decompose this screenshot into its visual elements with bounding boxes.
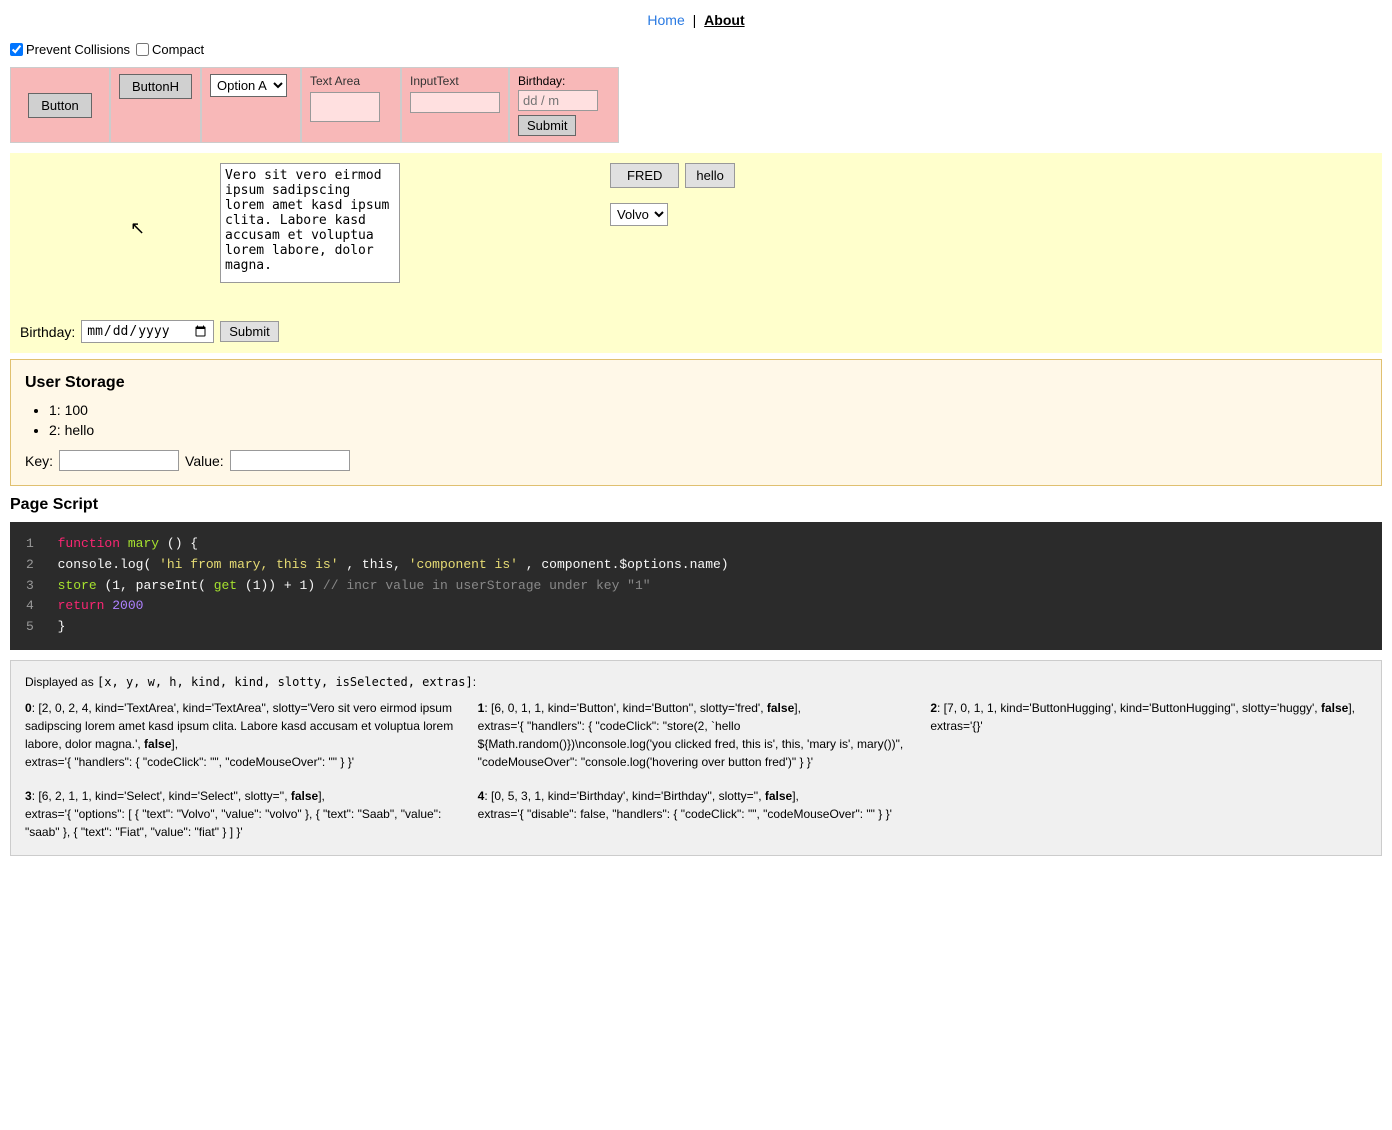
displayed-as-section: Displayed as [x, y, w, h, kind, kind, sl… [10,660,1382,856]
page-script-section: Page Script [10,496,1382,514]
inputtext-widget[interactable] [410,92,500,113]
list-item: 1: 100 [49,402,1367,418]
prevent-collisions-checkbox[interactable] [10,43,23,56]
home-link[interactable]: Home [647,12,684,28]
compact-label[interactable]: Compact [136,42,204,57]
widget-textarea: Text Area [301,67,401,143]
nav-separator: | [693,12,697,28]
code-line-3: 3 store (1, parseInt( get (1)) + 1) // i… [26,576,1366,597]
option-a-select[interactable]: Option A Option B [210,74,287,97]
display-item-1: 1: [6, 0, 1, 1, kind='Button', kind='But… [478,699,915,771]
controls-bar: Prevent Collisions Compact [0,36,1392,63]
volvo-select[interactable]: Volvo Saab Fiat [610,203,668,226]
widget-buttonh: ButtonH [110,67,201,143]
user-storage-title: User Storage [25,374,1367,392]
widget-inputtext: InputText [401,67,509,143]
code-line-5: 5 } [26,617,1366,638]
key-value-row: Key: Value: [25,450,1367,471]
birthday-bottom-submit[interactable]: Submit [220,321,278,342]
buttonh-widget[interactable]: ButtonH [119,74,192,99]
display-item-4: 4: [0, 5, 3, 1, kind='Birthday', kind='B… [478,787,915,841]
display-item-3: 3: [6, 2, 1, 1, kind='Select', kind='Sel… [25,787,462,841]
code-line-2: 2 console.log( 'hi from mary, this is' ,… [26,555,1366,576]
value-input[interactable] [230,450,350,471]
birthday-bottom-input[interactable] [81,320,214,343]
compact-checkbox[interactable] [136,43,149,56]
fred-area: FRED hello [610,163,735,188]
cursor-indicator: ↖ [130,218,145,239]
fred-button[interactable]: FRED [610,163,679,188]
about-link[interactable]: About [704,12,744,28]
main-area: ↖ Vero sit vero eirmod ipsum sadipscing … [10,153,1382,353]
birthday-bottom-label: Birthday: [20,324,75,340]
widget-option-a: Option A Option B [201,67,301,143]
birthday-bottom-area: Birthday: Submit [20,320,279,343]
key-label: Key: [25,453,53,469]
code-line-4: 4 return 2000 [26,596,1366,617]
display-item-2: 2: [7, 0, 1, 1, kind='ButtonHugging', ki… [930,699,1367,771]
volvo-area: Volvo Saab Fiat [610,203,668,226]
key-input[interactable] [59,450,179,471]
page-script-title: Page Script [10,496,1382,514]
list-item: 2: hello [49,422,1367,438]
user-storage-list: 1: 100 2: hello [49,402,1367,438]
displayed-as-header: Displayed as [x, y, w, h, kind, kind, sl… [25,675,1367,689]
display-item-0: 0: [2, 0, 2, 4, kind='TextArea', kind='T… [25,699,462,771]
widget-birthday: Birthday: Submit [509,67,619,143]
prevent-collisions-label[interactable]: Prevent Collisions [10,42,130,57]
hello-button[interactable]: hello [685,163,734,188]
code-line-1: 1 function mary () { [26,534,1366,555]
code-block: 1 function mary () { 2 console.log( 'hi … [10,522,1382,650]
main-content-textarea[interactable]: Vero sit vero eirmod ipsum sadipscing lo… [220,163,400,283]
displayed-as-grid: 0: [2, 0, 2, 4, kind='TextArea', kind='T… [25,699,1367,841]
widget-button: Button [10,67,110,143]
user-storage-section: User Storage 1: 100 2: hello Key: Value: [10,359,1382,486]
birthday-widget-submit[interactable]: Submit [518,115,576,136]
birthday-widget-input[interactable] [518,90,598,111]
button-widget[interactable]: Button [28,93,92,118]
textarea-widget[interactable] [310,92,380,122]
widget-strip: Button ButtonH Option A Option B Text Ar… [0,63,1392,147]
nav-bar: Home | About [0,0,1392,36]
value-label: Value: [185,453,224,469]
